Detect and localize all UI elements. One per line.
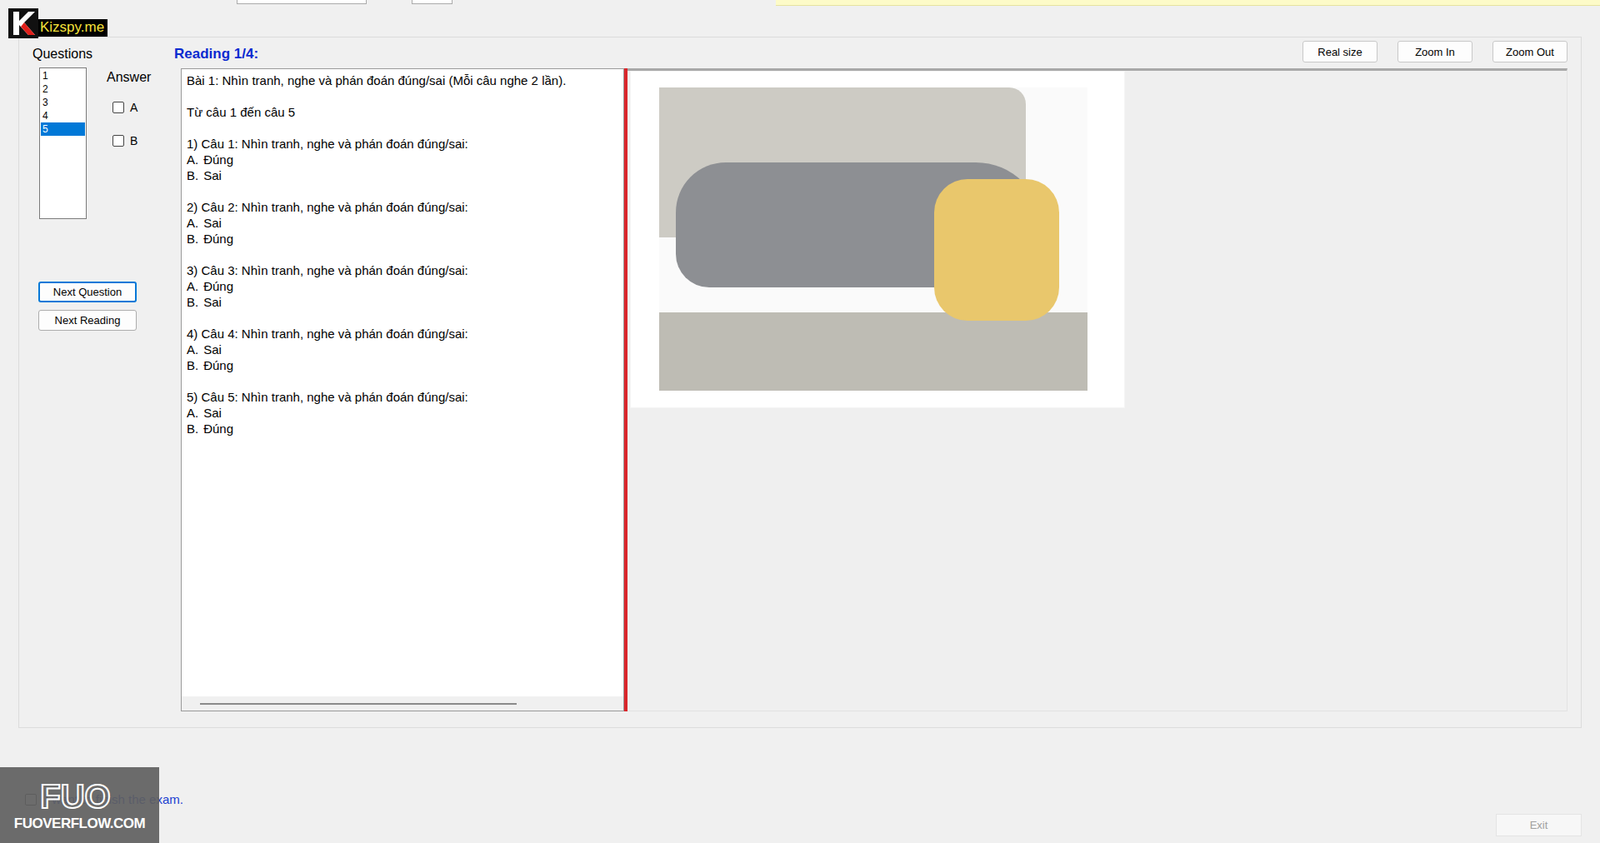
reading-text-panel[interactable]: Bài 1: Nhìn tranh, nghe và phán đoán đún… xyxy=(180,68,625,712)
zoom-button[interactable]: Zoom Out xyxy=(1492,40,1568,63)
answer-option[interactable]: B xyxy=(112,129,151,153)
answer-checkbox[interactable] xyxy=(112,101,125,114)
photo xyxy=(659,87,1088,391)
image-frame xyxy=(630,70,1125,409)
bottom-bar: I want to finish the exam.Exit xyxy=(0,728,1600,843)
nav-button[interactable]: Next Question xyxy=(38,281,137,303)
reading-range: Từ câu 1 đến câu 5 xyxy=(186,104,619,120)
zoom-button[interactable]: Real size xyxy=(1302,40,1378,63)
exam-window: Questions 12345 Answer AB Next Question Next … xyxy=(0,0,1600,843)
reading-question: 1) Câu 1: Nhìn tranh, nghe và phán đoán … xyxy=(186,135,619,200)
fuoverflow-watermark: FUOFUOVERFLOW.COM xyxy=(0,767,160,843)
zoom-button[interactable]: Zoom In xyxy=(1397,40,1473,63)
reading-title: Reading 1/4: xyxy=(174,44,259,63)
main-panel: Questions 12345 Answer AB Next Question Next … xyxy=(18,36,1582,729)
nav-button[interactable]: Next Reading xyxy=(38,310,137,331)
top-yellow-bar xyxy=(775,0,1600,6)
question-item[interactable]: 4 xyxy=(40,109,85,123)
left-column: Questions 12345 Answer AB Next Question Next … xyxy=(19,37,175,728)
horizontal-scrollbar[interactable] xyxy=(181,696,624,711)
answer-option[interactable]: A xyxy=(112,95,151,120)
question-list[interactable]: 12345 xyxy=(39,67,87,220)
top-strip xyxy=(0,0,1600,37)
question-item[interactable]: 5 xyxy=(40,122,85,136)
answer-label: Answer xyxy=(106,69,151,86)
reading-question: 5) Câu 5: Nhìn tranh, nghe và phán đoán … xyxy=(186,389,619,453)
question-item[interactable]: 3 xyxy=(40,95,85,110)
reading-column: Reading 1/4: Real size Zoom In Zoom Out Bài … xyxy=(174,37,1581,728)
question-item[interactable]: 1 xyxy=(40,69,85,83)
top-box[interactable] xyxy=(411,0,454,5)
answer-group: Answer AB xyxy=(106,69,151,220)
reading-question: 3) Câu 3: Nhìn tranh, nghe và phán đoán … xyxy=(186,262,619,326)
question-item[interactable]: 2 xyxy=(40,82,85,96)
top-dropdown[interactable] xyxy=(236,0,367,5)
image-area xyxy=(627,68,1568,712)
k-logo-icon xyxy=(8,8,39,39)
answer-checkbox[interactable] xyxy=(112,135,125,147)
reading-question: 4) Câu 4: Nhìn tranh, nghe và phán đoán … xyxy=(186,325,619,390)
exit-button[interactable]: Exit xyxy=(1495,814,1582,837)
kizspy-watermark: Kizspy.me xyxy=(8,8,108,39)
reading-question: 2) Câu 2: Nhìn tranh, nghe và phán đoán … xyxy=(186,199,619,263)
questions-label: Questions xyxy=(32,45,175,63)
reading-intro: Bài 1: Nhìn tranh, nghe và phán đoán đún… xyxy=(186,72,619,89)
